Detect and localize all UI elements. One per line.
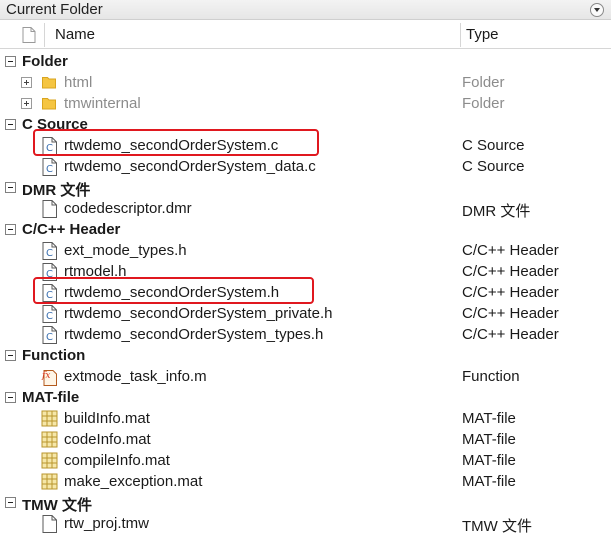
column-header-type[interactable]: Type	[466, 26, 499, 43]
column-header-name[interactable]: Name	[55, 26, 95, 43]
item-type: C/C++ Header	[462, 263, 559, 280]
file-row[interactable]: codeInfo.mat MAT-file	[0, 429, 611, 450]
svg-text:C: C	[46, 164, 53, 175]
folder-row[interactable]: html Folder	[0, 72, 611, 93]
panel-actions-menu-icon[interactable]	[590, 3, 604, 17]
mat-file-icon	[41, 452, 58, 470]
item-type: TMW 文件	[462, 518, 532, 535]
group-row[interactable]: C/C++ Header	[0, 219, 611, 240]
svg-text:fx: fx	[41, 371, 50, 381]
item-type: MAT-file	[462, 410, 516, 427]
group-label: Function	[22, 347, 86, 364]
collapse-icon[interactable]	[5, 392, 16, 403]
group-row[interactable]: TMW 文件	[0, 492, 611, 514]
group-label: Folder	[22, 53, 68, 70]
item-type: Folder	[462, 74, 505, 91]
collapse-icon[interactable]	[5, 224, 16, 235]
collapse-icon[interactable]	[5, 350, 16, 361]
item-type: Function	[462, 368, 520, 385]
file-row[interactable]: Cext_mode_types.h C/C++ Header	[0, 240, 611, 261]
c-file-icon: C	[41, 158, 58, 176]
item-type: C/C++ Header	[462, 284, 559, 301]
column-divider[interactable]	[460, 23, 461, 47]
mat-file-icon	[41, 473, 58, 491]
item-type: Folder	[462, 95, 505, 112]
group-row[interactable]: MAT-file	[0, 387, 611, 408]
item-name: rtwdemo_secondOrderSystem_types.h	[64, 326, 324, 343]
collapse-icon[interactable]	[5, 119, 16, 130]
file-row[interactable]: compileInfo.mat MAT-file	[0, 450, 611, 471]
item-name: html	[64, 74, 93, 91]
document-icon	[22, 27, 36, 43]
item-name: codeInfo.mat	[64, 431, 151, 448]
item-name: buildInfo.mat	[64, 410, 150, 427]
file-row[interactable]: buildInfo.mat MAT-file	[0, 408, 611, 429]
group-row[interactable]: DMR 文件	[0, 177, 611, 199]
item-name: make_exception.mat	[64, 473, 203, 490]
item-type: C/C++ Header	[462, 242, 559, 259]
c-file-icon: C	[41, 326, 58, 344]
collapse-icon[interactable]	[5, 182, 16, 193]
file-row[interactable]: Crtwdemo_secondOrderSystem_types.h C/C++ …	[0, 324, 611, 345]
expand-icon[interactable]	[21, 98, 32, 109]
folder-icon	[42, 96, 56, 110]
svg-text:C: C	[46, 248, 53, 259]
item-name: ext_mode_types.h	[64, 242, 187, 259]
group-label: TMW 文件	[22, 497, 92, 514]
item-type: MAT-file	[462, 452, 516, 469]
document-icon	[41, 515, 58, 533]
item-type: DMR 文件	[462, 203, 531, 220]
file-row[interactable]: make_exception.mat MAT-file	[0, 471, 611, 492]
file-row[interactable]: Crtwdemo_secondOrderSystem_data.c C Sourc…	[0, 156, 611, 177]
highlight-box	[33, 277, 314, 304]
collapse-icon[interactable]	[5, 56, 16, 67]
group-row[interactable]: Folder	[0, 51, 611, 72]
mat-file-icon	[41, 410, 58, 428]
item-name: rtwdemo_secondOrderSystem_private.h	[64, 305, 333, 322]
c-file-icon: C	[41, 305, 58, 323]
file-row[interactable]: Crtwdemo_secondOrderSystem_private.h C/C+…	[0, 303, 611, 324]
file-row[interactable]: rtw_proj.tmw TMW 文件	[0, 513, 611, 535]
function-file-icon: fx	[41, 368, 58, 386]
mat-file-icon	[41, 431, 58, 449]
group-label: MAT-file	[22, 389, 80, 406]
c-file-icon: C	[41, 242, 58, 260]
file-row[interactable]: codedescriptor.dmr DMR 文件	[0, 198, 611, 220]
collapse-icon[interactable]	[5, 497, 16, 508]
folder-row[interactable]: tmwinternal Folder	[0, 93, 611, 114]
document-icon	[41, 200, 58, 218]
group-label: C/C++ Header	[22, 221, 121, 238]
item-type: C/C++ Header	[462, 326, 559, 343]
item-name: extmode_task_info.m	[64, 368, 207, 385]
item-name: rtw_proj.tmw	[64, 515, 150, 532]
item-type: MAT-file	[462, 473, 516, 490]
item-type: C Source	[462, 158, 525, 175]
item-name: codedescriptor.dmr	[64, 200, 192, 217]
folder-icon	[42, 75, 56, 89]
item-name: compileInfo.mat	[64, 452, 170, 469]
item-name: rtwdemo_secondOrderSystem_data.c	[64, 158, 316, 175]
svg-text:C: C	[46, 311, 53, 322]
item-name: tmwinternal	[64, 95, 141, 112]
svg-text:C: C	[46, 332, 53, 343]
highlight-box	[33, 129, 319, 156]
item-type: C Source	[462, 137, 525, 154]
column-header: Name Type	[0, 21, 611, 49]
panel-title: Current Folder	[6, 1, 103, 18]
item-type: C/C++ Header	[462, 305, 559, 322]
file-row[interactable]: fx extmode_task_info.m Function	[0, 366, 611, 387]
item-type: MAT-file	[462, 431, 516, 448]
panel-header: Current Folder	[0, 0, 611, 20]
group-label: DMR 文件	[22, 182, 91, 199]
group-row[interactable]: Function	[0, 345, 611, 366]
column-divider[interactable]	[44, 23, 45, 47]
expand-icon[interactable]	[21, 77, 32, 88]
